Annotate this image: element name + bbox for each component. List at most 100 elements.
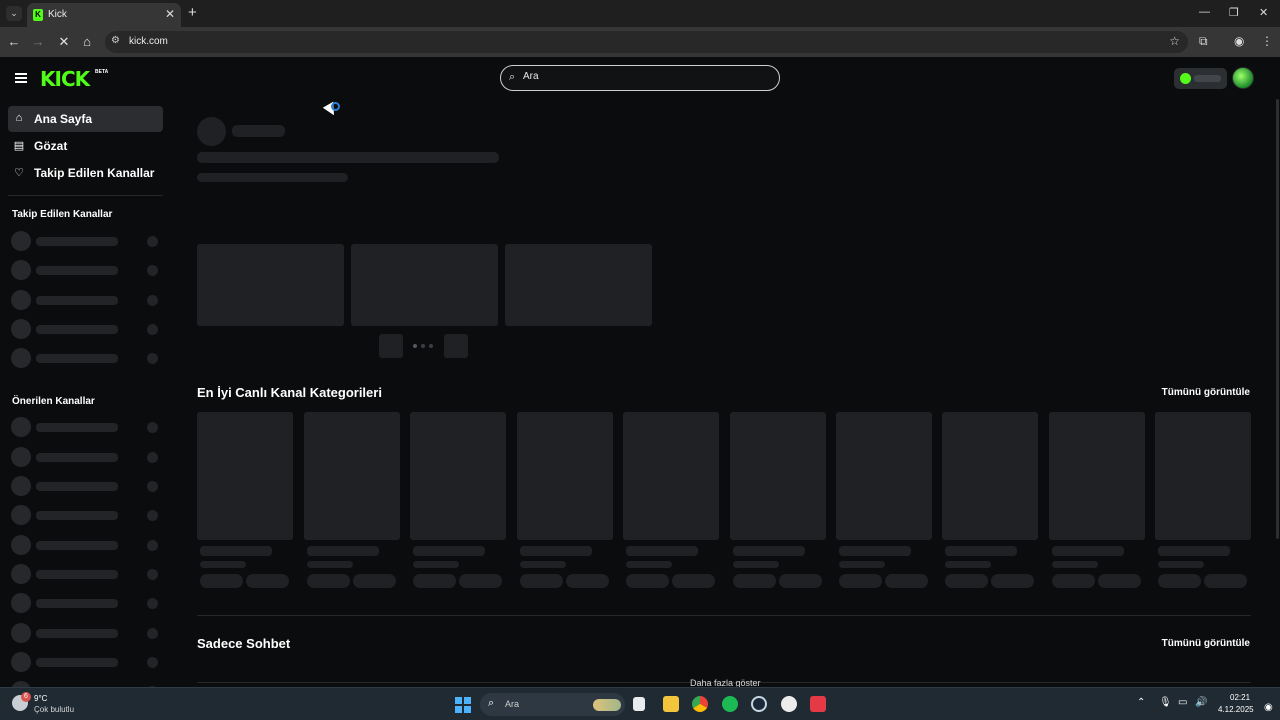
categories-see-all-link[interactable]: Tümünü görüntüle: [1162, 387, 1250, 398]
tray-chevron-icon[interactable]: ⌃: [1137, 697, 1145, 708]
app-icon[interactable]: [781, 696, 797, 712]
close-window-icon[interactable]: ✕: [1259, 6, 1268, 19]
channel-skeleton: [11, 623, 161, 643]
category-tag-skeleton: [1158, 574, 1201, 588]
channel-skeleton: [11, 319, 161, 339]
steam-icon[interactable]: [751, 696, 767, 712]
notification-center-icon[interactable]: ◉: [1264, 702, 1273, 713]
carousel-prev-button[interactable]: [379, 334, 403, 358]
category-tag-skeleton: [945, 574, 988, 588]
stop-loading-icon[interactable]: ✕: [56, 34, 72, 50]
menu-icon[interactable]: [15, 73, 27, 83]
sidebar: ⌂ Ana Sayfa ▤ Gözat ♡ Takip Edilen Kanal…: [0, 101, 168, 687]
url-text[interactable]: kick.com: [129, 36, 168, 47]
categories-section-title: En İyi Canlı Kanal Kategorileri: [197, 385, 382, 400]
channel-skeleton: [11, 652, 161, 672]
category-tag-skeleton: [885, 574, 928, 588]
browser-toolbar: ← → ✕ ⌂ ⚙ kick.com ☆ ⧉ ◉ ⋮: [0, 27, 1280, 57]
windows-start-icon[interactable]: [455, 697, 471, 713]
carousel-dot[interactable]: [429, 344, 433, 348]
restore-icon[interactable]: ❐: [1229, 6, 1239, 19]
channel-skeleton: [11, 564, 161, 584]
microphone-icon[interactable]: 🎙: [1159, 697, 1172, 708]
home-button-icon[interactable]: ⌂: [79, 34, 95, 49]
category-tag-skeleton: [307, 574, 350, 588]
carousel-dot[interactable]: [421, 344, 425, 348]
category-tag-skeleton: [413, 574, 456, 588]
channel-skeleton: [11, 593, 161, 613]
page-scrollbar[interactable]: [1276, 99, 1279, 539]
app-red-icon[interactable]: [810, 696, 826, 712]
category-tag-skeleton: [1204, 574, 1247, 588]
search-input[interactable]: [523, 71, 763, 82]
windows-taskbar: 6 9°C Çok bulutlu ⌕ Ara ⌃ 🎙 ▭ 🔊 02:21 4.…: [0, 687, 1280, 720]
followed-channels-heading: Takip Edilen Kanallar: [12, 209, 113, 220]
forward-icon[interactable]: →: [30, 34, 46, 49]
minimize-icon[interactable]: —: [1199, 6, 1210, 18]
category-name-skeleton: [1158, 546, 1230, 556]
sidebar-item-home[interactable]: ⌂ Ana Sayfa: [8, 106, 163, 132]
file-explorer-icon[interactable]: [663, 696, 679, 712]
category-tag-skeleton: [353, 574, 396, 588]
channel-skeleton: [11, 535, 161, 555]
search-highlight-icon: [593, 699, 621, 711]
sidebar-item-following[interactable]: ♡ Takip Edilen Kanallar: [8, 160, 163, 186]
kick-logo[interactable]: KICK: [40, 67, 90, 91]
category-viewers-skeleton: [733, 561, 779, 568]
channel-skeleton: [11, 505, 161, 525]
heart-icon: ♡: [14, 167, 24, 179]
category-tag-skeleton: [839, 574, 882, 588]
category-tag-skeleton: [991, 574, 1034, 588]
sidebar-item-browse[interactable]: ▤ Gözat: [8, 133, 163, 159]
kick-page: KICK BETA ⌕ ⌂ Ana Sayfa ▤ Gözat ♡ Takip …: [0, 57, 1280, 687]
bookmark-star-icon[interactable]: ☆: [1169, 34, 1180, 48]
taskbar-search[interactable]: ⌕ Ara: [480, 693, 625, 716]
network-icon[interactable]: ▭: [1178, 697, 1187, 708]
clock-time[interactable]: 02:21: [1230, 693, 1250, 702]
browser-menu-icon[interactable]: ⋮: [1261, 34, 1273, 48]
clock-date[interactable]: 4.12.2025: [1218, 705, 1254, 714]
chat-see-all-link[interactable]: Tümünü görüntüle: [1162, 638, 1250, 649]
site-info-icon[interactable]: ⚙: [111, 35, 120, 46]
kick-coin-icon: [1180, 73, 1191, 84]
carousel-next-button[interactable]: [444, 334, 468, 358]
kicks-balance-button[interactable]: [1174, 68, 1227, 89]
browse-icon: ▤: [13, 140, 25, 152]
browser-tab[interactable]: K Kick ✕: [27, 3, 181, 27]
category-viewers-skeleton: [520, 561, 566, 568]
close-tab-icon[interactable]: ✕: [165, 7, 175, 21]
spotify-icon[interactable]: [722, 696, 738, 712]
tab-list-button[interactable]: ⌄: [6, 6, 22, 21]
search-bar[interactable]: ⌕: [500, 65, 780, 91]
carousel-card-skeleton: [197, 244, 344, 326]
address-bar[interactable]: ⚙ kick.com ☆: [105, 31, 1188, 53]
profile-icon[interactable]: ◉: [1234, 34, 1244, 48]
chrome-icon[interactable]: [692, 696, 708, 712]
back-icon[interactable]: ←: [6, 34, 22, 49]
category-card-skeleton: [1155, 412, 1251, 540]
beta-badge: BETA: [95, 69, 109, 75]
carousel-card-skeleton: [351, 244, 498, 326]
category-viewers-skeleton: [1052, 561, 1098, 568]
category-viewers-skeleton: [307, 561, 353, 568]
new-tab-button[interactable]: +: [188, 4, 197, 21]
task-view-icon[interactable]: [633, 697, 645, 711]
channel-skeleton: [11, 260, 161, 280]
home-icon: ⌂: [15, 112, 23, 124]
volume-icon[interactable]: 🔊: [1195, 697, 1207, 708]
featured-name-skeleton: [232, 125, 285, 137]
recommended-channels-heading: Önerilen Kanallar: [12, 396, 95, 407]
category-name-skeleton: [839, 546, 911, 556]
channel-skeleton: [11, 417, 161, 437]
category-name-skeleton: [626, 546, 698, 556]
taskbar-search-placeholder: Ara: [505, 699, 520, 709]
carousel-dot[interactable]: [413, 344, 417, 348]
category-tag-skeleton: [779, 574, 822, 588]
category-name-skeleton: [733, 546, 805, 556]
user-avatar[interactable]: [1232, 67, 1254, 89]
sidebar-item-label: Ana Sayfa: [34, 112, 93, 126]
chat-section-title: Sadece Sohbet: [197, 636, 291, 651]
channel-skeleton: [11, 476, 161, 496]
category-name-skeleton: [200, 546, 272, 556]
extensions-icon[interactable]: ⧉: [1199, 34, 1208, 49]
